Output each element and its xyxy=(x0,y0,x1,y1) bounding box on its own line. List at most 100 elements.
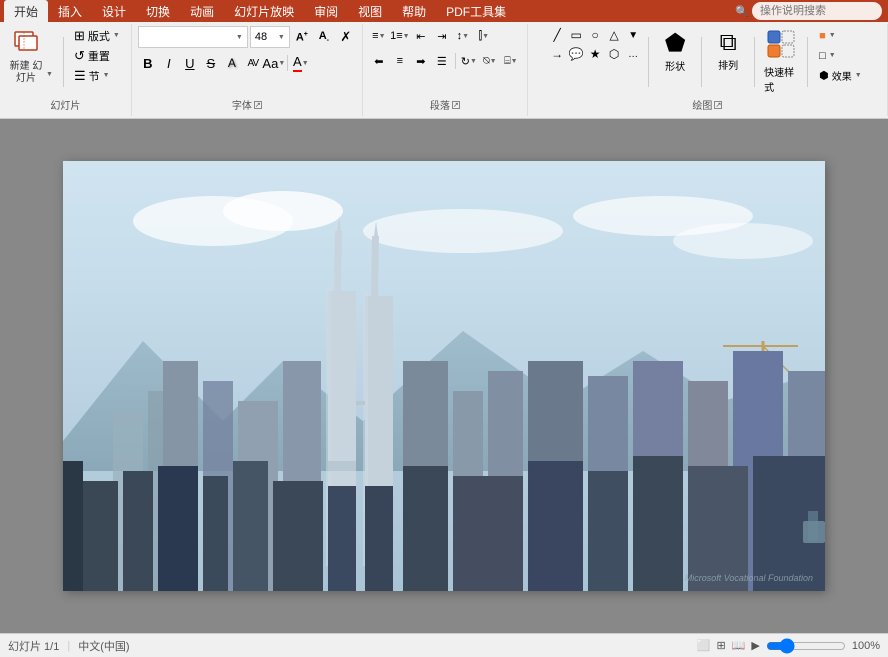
strikethrough-button[interactable]: S xyxy=(201,53,221,73)
text-dir-arrow: ▼ xyxy=(470,58,477,65)
reading-view-button[interactable]: 📖 xyxy=(732,639,746,652)
increase-font-button[interactable]: A+ xyxy=(292,27,312,47)
new-slide-button[interactable]: 新建 幻灯片 xyxy=(6,26,46,86)
slide-sorter-button[interactable]: ⊞ xyxy=(716,639,725,652)
dropdown-arrow-icon: ▼ xyxy=(46,71,58,78)
tab-home[interactable]: 开始 xyxy=(4,0,48,22)
tab-transitions[interactable]: 切换 xyxy=(136,0,180,22)
bold-button[interactable]: B xyxy=(138,53,158,73)
tab-slideshow[interactable]: 幻灯片放映 xyxy=(224,0,304,22)
drawing-divider3 xyxy=(754,37,755,87)
triangle-shape[interactable]: △ xyxy=(605,26,623,44)
font-size-text: 48 xyxy=(255,31,278,43)
italic-button[interactable]: I xyxy=(159,53,179,73)
drawing-section-label: 绘图 ↗ xyxy=(692,97,722,114)
section-arrow: ▼ xyxy=(103,72,110,79)
normal-view-button[interactable]: ⬜ xyxy=(697,639,711,652)
tab-help[interactable]: 帮助 xyxy=(392,0,436,22)
increase-indent-button[interactable]: ⇥ xyxy=(432,26,452,46)
quick-style-button[interactable]: 快速样式 xyxy=(761,26,801,97)
layout-label: 版式 xyxy=(88,28,110,44)
font-size-arrow: ▼ xyxy=(278,34,285,41)
reset-button[interactable]: ↺ 重置 xyxy=(69,46,125,65)
layout-icon: ⊞ xyxy=(74,28,85,44)
text-direction-button[interactable]: ↻ ▼ xyxy=(459,51,479,71)
strikethrough-icon: S xyxy=(207,56,216,71)
line-spacing-button[interactable]: ↕ ▼ xyxy=(453,26,473,46)
line-shape[interactable]: ╱ xyxy=(548,26,566,44)
char-spacing-icon: AV xyxy=(248,58,259,69)
underline-icon: U xyxy=(185,56,194,71)
layout-arrow: ▼ xyxy=(113,32,120,39)
section-button[interactable]: ☰ 节 ▼ xyxy=(69,66,125,85)
underline-button[interactable]: U xyxy=(180,53,200,73)
justify-icon: ☰ xyxy=(437,55,447,68)
italic-icon: I xyxy=(167,56,171,71)
shapes-extra[interactable]: … xyxy=(624,45,642,63)
font-name-dropdown[interactable]: ▼ xyxy=(138,26,248,48)
new-slide-dropdown[interactable]: ▼ xyxy=(46,26,58,86)
align-right-button[interactable]: ➡ xyxy=(411,51,431,71)
align-left-button[interactable]: ⬅ xyxy=(369,51,389,71)
columns-button[interactable]: ⫿ ▼ xyxy=(474,26,494,46)
increase-font-icon: A+ xyxy=(296,31,308,44)
font-size-dropdown[interactable]: 48 ▼ xyxy=(250,26,290,48)
decrease-indent-button[interactable]: ⇤ xyxy=(411,26,431,46)
shape-button[interactable]: ⬟ 形状 xyxy=(655,26,695,76)
oval-shape[interactable]: ○ xyxy=(586,26,604,44)
drawing-expand-button[interactable]: ↗ xyxy=(714,101,722,109)
tab-view[interactable]: 视图 xyxy=(348,0,392,22)
diagram-shape[interactable]: ⬡ xyxy=(605,45,623,63)
vertical-align-button[interactable]: ⍉ ▼ xyxy=(480,51,500,71)
tab-design[interactable]: 设计 xyxy=(92,0,136,22)
tab-pdf[interactable]: PDF工具集 xyxy=(436,0,516,22)
effects-button[interactable]: ⬢ 效果 ▼ xyxy=(814,66,867,85)
slide-container[interactable]: Microsoft Vocational Foundation xyxy=(63,161,825,591)
change-case-button[interactable]: Aa ▼ xyxy=(264,53,284,73)
shadow-button[interactable]: A xyxy=(222,53,242,73)
more-shapes[interactable]: ▼ xyxy=(624,26,642,44)
layout-button[interactable]: ⊞ 版式 ▼ xyxy=(69,26,125,45)
font-section: ▼ 48 ▼ A+ A- ✗ B xyxy=(132,24,363,116)
numbered-arrow: ▼ xyxy=(403,33,410,40)
callout-shape[interactable]: 💬 xyxy=(567,45,585,63)
tab-animations[interactable]: 动画 xyxy=(180,0,224,22)
smartart-button[interactable]: ⌸ ▼ xyxy=(501,51,521,71)
align-center-button[interactable]: ≡ xyxy=(390,51,410,71)
tab-review[interactable]: 审阅 xyxy=(304,0,348,22)
search-input[interactable] xyxy=(752,2,882,20)
paragraph-content: ≡ ▼ 1≡ ▼ ⇤ ⇥ ↕ ▼ ⫿ ▼ xyxy=(369,26,521,97)
font-name-arrow: ▼ xyxy=(236,34,243,41)
clear-format-button[interactable]: ✗ xyxy=(336,27,356,47)
fill-button[interactable]: ■ ▼ xyxy=(814,26,867,45)
paragraph-expand-button[interactable]: ↗ xyxy=(452,101,460,109)
quick-style-label: 快速样式 xyxy=(764,64,798,94)
slide-watermark: Microsoft Vocational Foundation xyxy=(685,573,813,583)
font-color-button[interactable]: A ▼ xyxy=(291,53,311,73)
section-divider xyxy=(63,37,64,87)
slideshow-button[interactable]: ▶ xyxy=(751,639,759,652)
vertical-align-icon: ⍉ xyxy=(483,55,490,68)
arrange-button[interactable]: ⧉ 排列 xyxy=(708,26,748,75)
outline-button[interactable]: □ ▼ xyxy=(814,46,867,65)
drawing-divider2 xyxy=(701,37,702,87)
font-label-text: 字体 xyxy=(232,97,252,112)
align-center-icon: ≡ xyxy=(397,55,403,67)
numbered-list-button[interactable]: 1≡ ▼ xyxy=(390,26,410,46)
star-shape[interactable]: ★ xyxy=(586,45,604,63)
bullet-list-button[interactable]: ≡ ▼ xyxy=(369,26,389,46)
section-icon: ☰ xyxy=(74,68,86,84)
font-expand-button[interactable]: ↗ xyxy=(254,101,262,109)
tab-insert[interactable]: 插入 xyxy=(48,0,92,22)
paragraph-section-label: 段落 ↗ xyxy=(430,97,460,114)
slide-image: Microsoft Vocational Foundation xyxy=(63,161,825,591)
decrease-font-button[interactable]: A- xyxy=(314,27,334,47)
status-bar: 幻灯片 1/1 | 中文(中国) ⬜ ⊞ 📖 ▶ 100% xyxy=(0,633,888,657)
arrow-shape[interactable]: → xyxy=(548,45,566,63)
effects-arrow: ▼ xyxy=(855,72,862,79)
rectangle-shape[interactable]: ▭ xyxy=(567,26,585,44)
char-spacing-button[interactable]: AV xyxy=(243,53,263,73)
search-icon: 🔍 xyxy=(735,5,749,18)
paragraph-section: ≡ ▼ 1≡ ▼ ⇤ ⇥ ↕ ▼ ⫿ ▼ xyxy=(363,24,528,116)
justify-button[interactable]: ☰ xyxy=(432,51,452,71)
